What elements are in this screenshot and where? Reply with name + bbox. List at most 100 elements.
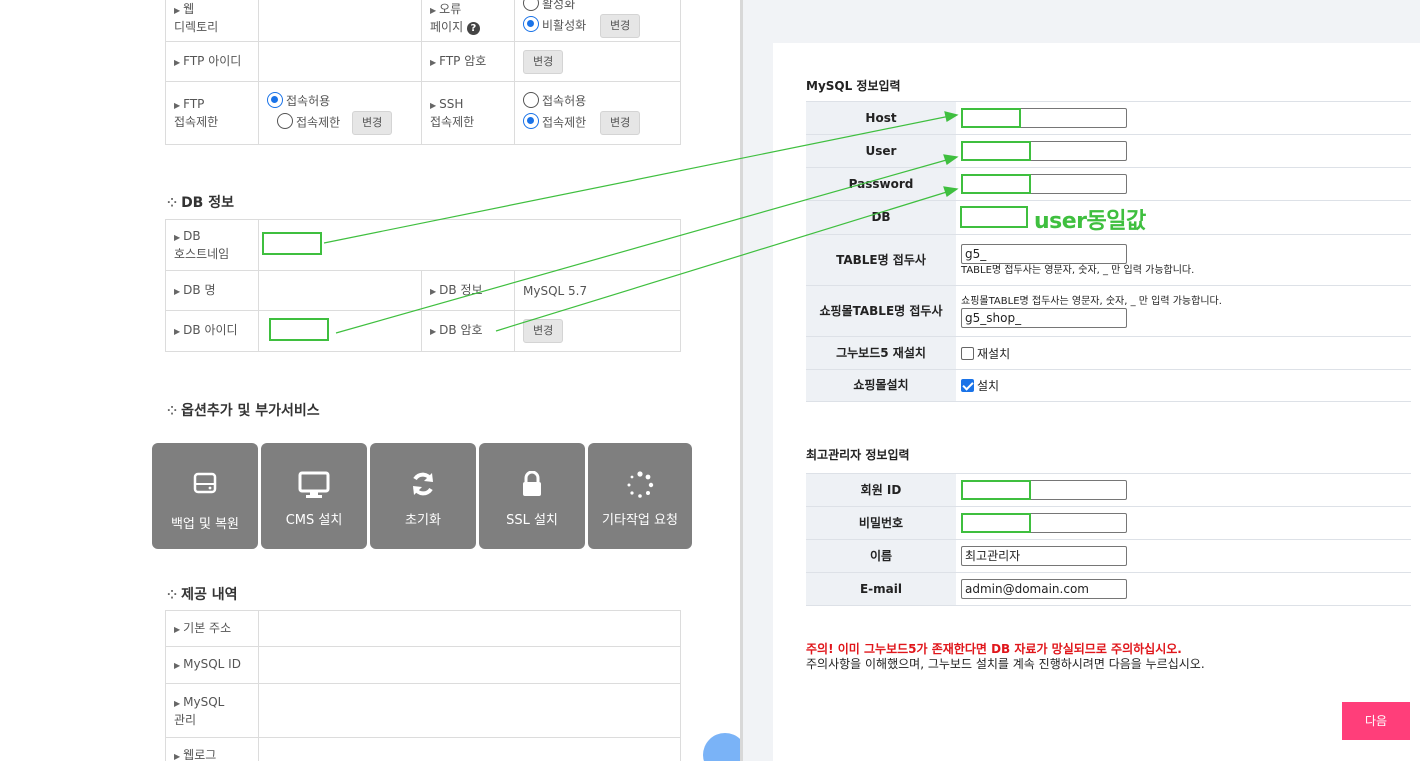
triangle-icon: ▶ bbox=[174, 233, 181, 242]
cms-install-tile[interactable]: CMS 설치 bbox=[261, 443, 367, 549]
spinner-icon bbox=[588, 471, 692, 506]
ftp-id-value bbox=[258, 41, 422, 82]
table-prefix-cell: g5_ TABLE명 접두사는 영문자, 숫자, _ 만 입력 가능합니다. bbox=[956, 234, 1411, 286]
web-dir-text: 웹 디렉토리 bbox=[174, 2, 219, 34]
db-id-value bbox=[258, 310, 422, 352]
reinstall-option-label: 재설치 bbox=[977, 346, 1011, 361]
db-info-label: ▶ DB 정보 bbox=[421, 270, 515, 311]
provided-table: ▶ 기본 주소 ▶ MySQL ID ▶ MySQL 관리 ▶ 웹로그 bbox=[165, 610, 681, 761]
admin-email-input[interactable]: admin@domain.com bbox=[961, 579, 1127, 599]
spinner-icon: ⁘ bbox=[167, 588, 177, 602]
host-input[interactable] bbox=[961, 108, 1127, 128]
admin-id-input[interactable] bbox=[961, 480, 1127, 500]
radio-disable[interactable] bbox=[523, 16, 539, 32]
triangle-icon: ▶ bbox=[430, 57, 437, 67]
db-host-label: ▶ DB 호스트네임 bbox=[165, 219, 259, 271]
admin-email-label: E-mail bbox=[806, 572, 956, 606]
reinstall-label: 그누보드5 재설치 bbox=[806, 336, 956, 370]
host-cell bbox=[956, 101, 1411, 135]
triangle-icon: ▶ bbox=[430, 286, 437, 296]
mysql-section-title: MySQL 정보입력 bbox=[806, 79, 901, 93]
admin-email-cell: admin@domain.com bbox=[956, 572, 1411, 606]
ssh-access-change-button[interactable]: 변경 bbox=[600, 110, 641, 135]
cms-install-label: CMS 설치 bbox=[285, 513, 343, 528]
user-input[interactable] bbox=[961, 141, 1127, 161]
web-dir-label: ▶ 웹 디렉토리 bbox=[165, 0, 259, 42]
provided-row-label: ▶ MySQL ID bbox=[165, 646, 259, 684]
db-pw-label: ▶ DB 암호 bbox=[421, 310, 515, 352]
shop-install-label: 쇼핑몰설치 bbox=[806, 369, 956, 402]
provided-section-title: ⁘ 제공 내역 bbox=[167, 584, 237, 604]
db-section-title: ⁘ DB 정보 bbox=[167, 192, 234, 212]
shop-prefix-label: 쇼핑몰TABLE명 접두사 bbox=[806, 285, 956, 337]
password-label: Password bbox=[806, 167, 956, 201]
admin-name-label: 이름 bbox=[806, 539, 956, 573]
radio-disable-label: 비활성화 bbox=[542, 18, 587, 32]
provided-row-text: 웹로그 bbox=[183, 747, 217, 761]
provided-row-label: ▶ 기본 주소 bbox=[165, 610, 259, 647]
triangle-icon: ▶ bbox=[174, 624, 181, 634]
option-tiles: 백업 및 복원 CMS 설치 초기화 SSL 설치 기타작업 요청 bbox=[152, 443, 692, 549]
backup-restore-label: 백업 및 복원 bbox=[170, 517, 240, 532]
reinstall-checkbox[interactable] bbox=[961, 346, 974, 360]
reset-label: 초기화 bbox=[405, 513, 441, 528]
provided-row-value bbox=[258, 610, 681, 647]
ssh-access-text: SSH 접속제한 bbox=[430, 97, 475, 129]
reset-tile[interactable]: 초기화 bbox=[370, 443, 476, 549]
ftp-deny-radio[interactable] bbox=[277, 113, 293, 129]
db-name-text: DB 명 bbox=[183, 282, 216, 297]
other-request-tile[interactable]: 기타작업 요청 bbox=[588, 443, 692, 549]
mysql-form: Host User Password DB TABLE명 접두사 g5_ TAB… bbox=[806, 101, 1411, 402]
next-button[interactable]: 다음 bbox=[1342, 702, 1410, 740]
ssh-allow-radio[interactable] bbox=[523, 91, 539, 108]
radio-enable[interactable] bbox=[523, 0, 539, 11]
ftp-access-change-button[interactable]: 변경 bbox=[352, 110, 393, 135]
hosting-panel: ▶ 웹 디렉토리 ▶ 오류 페이지 ? 활성화 비활성화 변경 ▶ FTP 아이디 ▶… bbox=[0, 0, 747, 761]
ftp-access-text: FTP 접속제한 bbox=[174, 97, 219, 129]
help-icon[interactable]: ? bbox=[466, 22, 480, 35]
ftp-allow-radio[interactable] bbox=[267, 91, 283, 108]
admin-pw-input[interactable] bbox=[961, 513, 1127, 533]
provided-row-value bbox=[258, 646, 681, 684]
backup-restore-tile[interactable]: 백업 및 복원 bbox=[152, 443, 258, 549]
spinner-icon: ⁘ bbox=[167, 196, 177, 210]
shop-install-cell: 설치 bbox=[956, 369, 1411, 402]
db-host-highlight bbox=[262, 231, 322, 255]
table-prefix-input[interactable]: g5_ bbox=[961, 243, 1127, 264]
triangle-icon: ▶ bbox=[430, 6, 437, 15]
db-host-label-1: DB bbox=[183, 229, 201, 243]
provided-row-value bbox=[258, 737, 681, 761]
admin-id-highlight bbox=[961, 480, 1031, 500]
admin-pw-highlight bbox=[961, 513, 1031, 533]
error-page-label: ▶ 오류 페이지 ? bbox=[421, 0, 515, 42]
error-page-change-button[interactable]: 변경 bbox=[600, 13, 641, 38]
triangle-icon: ▶ bbox=[430, 101, 437, 110]
admin-name-cell: 최고관리자 bbox=[956, 539, 1411, 573]
spinner-icon: ⁘ bbox=[167, 404, 177, 418]
shop-prefix-input[interactable]: g5_shop_ bbox=[961, 307, 1127, 328]
triangle-icon: ▶ bbox=[174, 698, 181, 708]
provided-row-value bbox=[258, 683, 681, 738]
options-section-title: ⁘ 옵션추가 및 부가서비스 bbox=[167, 400, 320, 420]
monitor-icon bbox=[261, 471, 367, 506]
provided-row-label: ▶ 웹로그 bbox=[165, 737, 259, 761]
shop-install-checkbox[interactable] bbox=[961, 379, 974, 392]
password-input[interactable] bbox=[961, 174, 1127, 194]
ssh-deny-label: 접속제한 bbox=[542, 115, 587, 129]
ssh-access-label: ▶ SSH 접속제한 bbox=[421, 81, 515, 145]
table-prefix-hint: TABLE명 접두사는 영문자, 숫자, _ 만 입력 가능합니다. bbox=[961, 264, 1195, 276]
db-annotation: user동일값 bbox=[1034, 209, 1146, 234]
ssl-install-tile[interactable]: SSL 설치 bbox=[479, 443, 585, 549]
triangle-icon: ▶ bbox=[174, 661, 181, 670]
host-highlight bbox=[961, 108, 1021, 128]
db-pw-change-button[interactable]: 변경 bbox=[523, 319, 564, 343]
ftp-pw-label: ▶ FTP 암호 bbox=[421, 41, 515, 82]
triangle-icon: ▶ bbox=[174, 6, 181, 15]
password-cell bbox=[956, 167, 1411, 201]
ftp-deny-label: 접속제한 bbox=[296, 115, 341, 129]
triangle-icon: ▶ bbox=[174, 57, 181, 67]
admin-name-input[interactable]: 최고관리자 bbox=[961, 546, 1127, 566]
shop-install-option-label: 설치 bbox=[977, 379, 1000, 393]
ssh-deny-radio[interactable] bbox=[523, 113, 539, 129]
ftp-pw-change-button[interactable]: 변경 bbox=[523, 49, 564, 74]
